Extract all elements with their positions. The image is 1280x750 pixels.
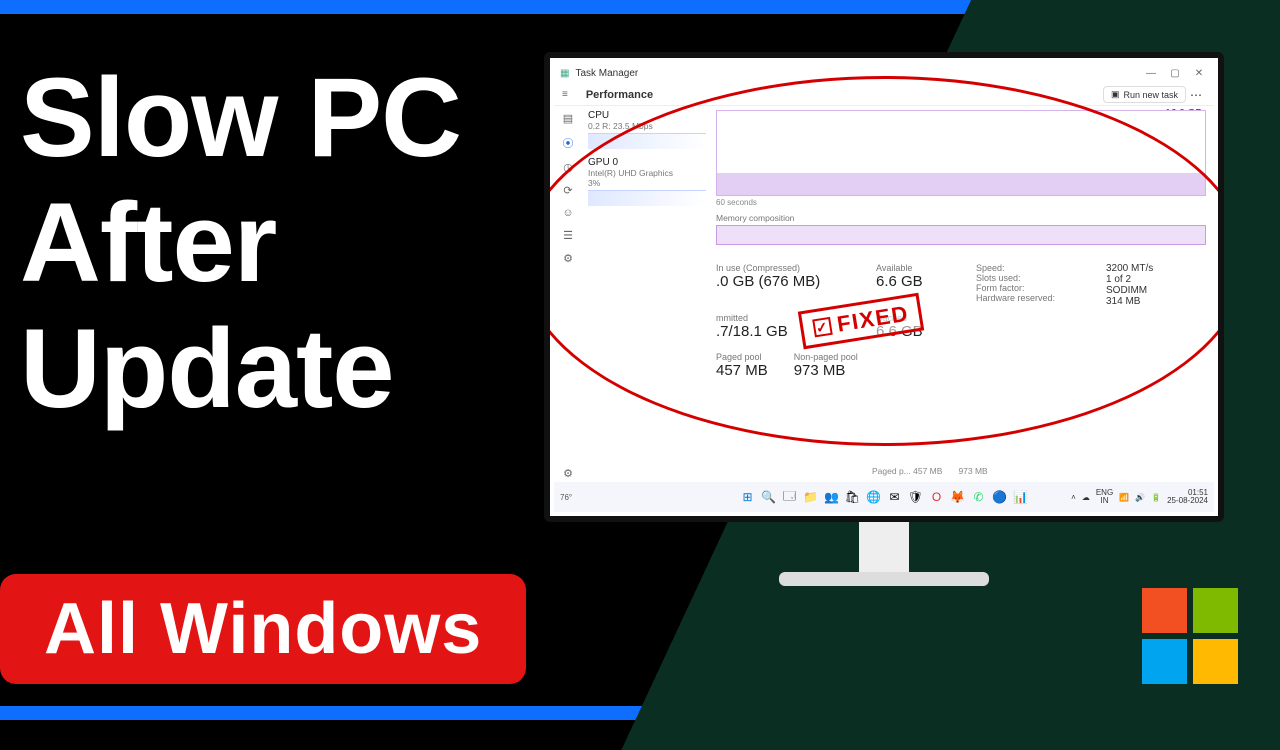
app-icon-1[interactable]: 🔵	[992, 489, 1008, 505]
hardware-reserved-label: Hardware reserved:	[976, 293, 1096, 303]
whatsapp-icon[interactable]: ✆	[971, 489, 987, 505]
maximize-button[interactable]: ▢	[1166, 68, 1184, 79]
weather-widget[interactable]: 76°	[560, 493, 572, 502]
settings-icon[interactable]: ⚙	[563, 467, 573, 480]
in-use-label: In use (Compressed)	[716, 263, 866, 273]
form-factor-label: Form factor:	[976, 283, 1096, 293]
wifi-icon[interactable]: 📶	[1119, 493, 1129, 502]
all-windows-badge: All Windows	[0, 574, 526, 684]
store-icon[interactable]: 🛍	[845, 489, 861, 505]
cpu-item[interactable]: CPU 0.2 R: 23.5 Mbps	[588, 110, 706, 149]
teams-icon[interactable]: 👥	[824, 489, 840, 505]
available-value: 6.6 GB	[876, 273, 966, 290]
toolbar: ≡ Performance ▣ Run new task ⋯	[554, 84, 1214, 106]
memory-composition-label: Memory composition	[716, 213, 1206, 223]
gpu-label: GPU 0	[588, 157, 706, 168]
system-tray[interactable]: ˄ ☁ ENG IN 📶 🔊 🔋 01:51 25-08-2024	[1071, 489, 1208, 505]
search-icon[interactable]: 🔍	[761, 489, 777, 505]
speed-value: 3200 MT/s	[1106, 263, 1186, 274]
speed-label: Speed:	[976, 263, 1096, 273]
headline: Slow PC After Update	[20, 55, 461, 431]
tray-date: 25-08-2024	[1167, 497, 1208, 505]
left-panel: CPU 0.2 R: 23.5 Mbps GPU 0 Intel(R) UHD …	[582, 106, 712, 480]
memory-stats-grid: In use (Compressed) .0 GB (676 MB) Avail…	[716, 263, 1206, 340]
foot-nonpaged-value: 973 MB	[958, 466, 987, 476]
services-tab-icon[interactable]: ⚙	[563, 252, 573, 265]
window-title: Task Manager	[575, 68, 638, 79]
tray-chevron-icon[interactable]: ˄	[1071, 493, 1076, 502]
task-view-icon[interactable]: 🗔	[782, 489, 798, 505]
in-use-value: .0 GB (676 MB)	[716, 273, 866, 290]
fixed-stamp-text: FIXED	[835, 301, 910, 338]
volume-icon[interactable]: 🔊	[1135, 493, 1145, 502]
monitor-stand	[859, 522, 909, 572]
foot-paged-label: Paged p...	[872, 466, 911, 476]
cpu-label: CPU	[588, 110, 706, 121]
mail-icon[interactable]: ✉	[887, 489, 903, 505]
onedrive-icon[interactable]: ☁	[1082, 493, 1090, 502]
nonpaged-pool-value: 973 MB	[794, 362, 858, 379]
app-icon-2[interactable]: 📊	[1013, 489, 1029, 505]
gpu-thumb-graph	[588, 190, 706, 206]
paged-pool-label: Paged pool	[716, 352, 768, 362]
slots-label: Slots used:	[976, 273, 1096, 283]
form-factor-value: SODIMM	[1106, 285, 1186, 296]
monitor-mockup: ▦ Task Manager — ▢ ✕ ≡ Performance ▣ Run…	[544, 52, 1224, 586]
main-panel: 16.0 GB 15.7 GB 60 seconds Memory compos…	[712, 106, 1214, 480]
shield-icon[interactable]: 🛡	[908, 489, 924, 505]
app-icon: ▦	[560, 68, 569, 79]
more-options-button[interactable]: ⋯	[1186, 88, 1206, 102]
cpu-sub: 0.2 R: 23.5 Mbps	[588, 121, 706, 131]
gpu-item[interactable]: GPU 0 Intel(R) UHD Graphics 3%	[588, 157, 706, 206]
hardware-reserved-value: 314 MB	[1106, 296, 1186, 307]
gpu-sub2: 3%	[588, 178, 706, 188]
users-tab-icon[interactable]: ☺	[562, 207, 573, 219]
nonpaged-pool-label: Non-paged pool	[794, 352, 858, 362]
run-new-task-label: Run new task	[1123, 90, 1178, 100]
checkmark-icon: ✓	[812, 317, 833, 338]
close-button[interactable]: ✕	[1190, 68, 1208, 79]
processes-tab-icon[interactable]: ▤	[563, 112, 573, 125]
headline-line-3: Update	[20, 306, 461, 431]
start-button[interactable]: ⊞	[740, 489, 756, 505]
battery-icon[interactable]: 🔋	[1151, 493, 1161, 502]
task-manager-window: ▦ Task Manager — ▢ ✕ ≡ Performance ▣ Run…	[554, 62, 1214, 480]
memory-composition-bar	[716, 225, 1206, 245]
edge-icon[interactable]: 🌐	[866, 489, 882, 505]
app-history-tab-icon[interactable]: ◷	[563, 161, 573, 174]
run-icon: ▣	[1111, 89, 1120, 100]
startup-tab-icon[interactable]: ⟳	[563, 184, 572, 197]
pools-row: Paged pool 457 MB Non-paged pool 973 MB	[716, 352, 1206, 379]
sidebar: ▤ ⦿ ◷ ⟳ ☺ ☰ ⚙ ⚙	[554, 106, 582, 480]
tray-region: IN	[1096, 497, 1113, 505]
explorer-icon[interactable]: 📁	[803, 489, 819, 505]
run-new-task-button[interactable]: ▣ Run new task	[1103, 86, 1186, 103]
windows-logo	[1142, 588, 1238, 684]
memory-usage-graph	[716, 110, 1206, 196]
available-label: Available	[876, 263, 966, 273]
tab-performance[interactable]: Performance	[586, 89, 653, 101]
hamburger-icon[interactable]: ≡	[562, 89, 568, 100]
windows-taskbar[interactable]: 76° ⊞ 🔍 🗔 📁 👥 🛍 🌐 ✉ 🛡 O 🦊 ✆ 🔵 📊 ˄ ☁ ENG …	[554, 482, 1214, 512]
titlebar: ▦ Task Manager — ▢ ✕	[554, 62, 1214, 84]
sixty-seconds-label: 60 seconds	[716, 198, 1206, 207]
performance-tab-icon[interactable]: ⦿	[563, 135, 574, 151]
monitor-base	[779, 572, 989, 586]
slots-value: 1 of 2	[1106, 274, 1186, 285]
gpu-sub1: Intel(R) UHD Graphics	[588, 168, 706, 178]
footer-stats: Paged p... 457 MB 973 MB	[872, 466, 988, 476]
headline-line-2: After	[20, 180, 461, 305]
cpu-thumb-graph	[588, 133, 706, 149]
headline-line-1: Slow PC	[20, 55, 461, 180]
firefox-icon[interactable]: 🦊	[950, 489, 966, 505]
opera-icon[interactable]: O	[929, 489, 945, 505]
monitor-screen: ▦ Task Manager — ▢ ✕ ≡ Performance ▣ Run…	[544, 52, 1224, 522]
foot-paged-value: 457 MB	[913, 466, 942, 476]
paged-pool-value: 457 MB	[716, 362, 768, 379]
details-tab-icon[interactable]: ☰	[563, 229, 573, 242]
minimize-button[interactable]: —	[1142, 68, 1160, 79]
